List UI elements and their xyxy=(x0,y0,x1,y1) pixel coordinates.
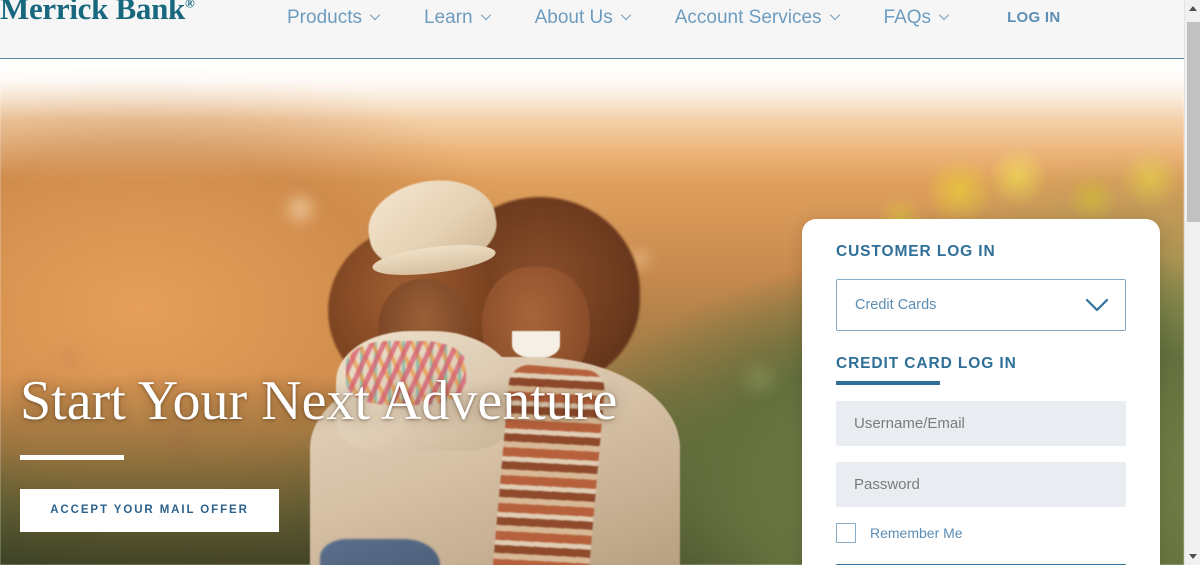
accept-mail-offer-label: ACCEPT YOUR MAIL OFFER xyxy=(50,504,249,517)
chevron-down-icon xyxy=(829,11,840,22)
scrollbar-down-button[interactable] xyxy=(1185,548,1200,565)
password-input[interactable] xyxy=(836,462,1126,507)
hero-banner: Start Your Next Adventure ACCEPT YOUR MA… xyxy=(0,59,1184,565)
nav-item-label: Products xyxy=(287,7,362,28)
browser-page: Merrick Bank® Products Learn About Us Ac… xyxy=(0,0,1200,565)
page-viewport: Merrick Bank® Products Learn About Us Ac… xyxy=(0,0,1184,565)
nav-item-products[interactable]: Products xyxy=(287,6,402,30)
remember-me-label: Remember Me xyxy=(870,525,963,541)
chevron-down-icon xyxy=(1085,298,1109,312)
hero-woman-smile xyxy=(512,331,560,359)
chevron-down-icon xyxy=(938,11,950,22)
nav-item-about-us[interactable]: About Us xyxy=(535,6,653,30)
nav-item-label: About Us xyxy=(534,7,613,28)
accept-mail-offer-button[interactable]: ACCEPT YOUR MAIL OFFER xyxy=(20,488,279,532)
nav-item-learn[interactable]: Learn xyxy=(424,6,513,30)
nav-item-account-services[interactable]: Account Services xyxy=(675,6,862,30)
logo-text: Merrick Bank xyxy=(0,0,185,26)
hero-divider-rule xyxy=(20,454,124,460)
remember-me-row[interactable]: Remember Me xyxy=(836,523,1126,543)
logo-trademark-icon: ® xyxy=(184,0,195,11)
hero-headline: Start Your Next Adventure xyxy=(20,370,618,432)
nav-item-label: Learn xyxy=(423,7,473,28)
nav-item-label: FAQs xyxy=(883,7,932,28)
section-title-underline xyxy=(836,381,940,385)
customer-login-card: CUSTOMER LOG IN Credit Cards CREDIT CARD… xyxy=(802,219,1160,565)
triangle-up-icon xyxy=(1189,6,1197,11)
header-login-link[interactable]: LOG IN xyxy=(1007,6,1060,30)
site-header: Merrick Bank® Products Learn About Us Ac… xyxy=(0,0,1184,59)
username-input[interactable] xyxy=(836,401,1126,446)
account-type-selected-value: Credit Cards xyxy=(855,297,937,313)
nav-item-label: Account Services xyxy=(674,7,822,28)
chevron-down-icon xyxy=(620,11,631,22)
account-type-select[interactable]: Credit Cards xyxy=(836,279,1126,331)
hero-copy-block: Start Your Next Adventure ACCEPT YOUR MA… xyxy=(20,372,617,532)
credit-card-login-section-title: CREDIT CARD LOG IN xyxy=(836,355,1017,372)
customer-login-title: CUSTOMER LOG IN xyxy=(836,243,996,260)
chevron-down-icon xyxy=(369,11,381,22)
remember-me-checkbox[interactable] xyxy=(836,523,856,543)
triangle-down-icon xyxy=(1189,554,1197,559)
chevron-down-icon xyxy=(480,11,491,22)
nav-item-faqs[interactable]: FAQs xyxy=(884,6,972,30)
merrick-bank-logo[interactable]: Merrick Bank® xyxy=(0,0,195,27)
scrollbar-thumb[interactable] xyxy=(1187,22,1200,222)
hero-jeans-left xyxy=(320,539,440,565)
vertical-scrollbar[interactable] xyxy=(1184,0,1200,565)
scrollbar-up-button[interactable] xyxy=(1185,0,1200,17)
main-navigation: Products Learn About Us Account Services… xyxy=(287,6,1061,30)
